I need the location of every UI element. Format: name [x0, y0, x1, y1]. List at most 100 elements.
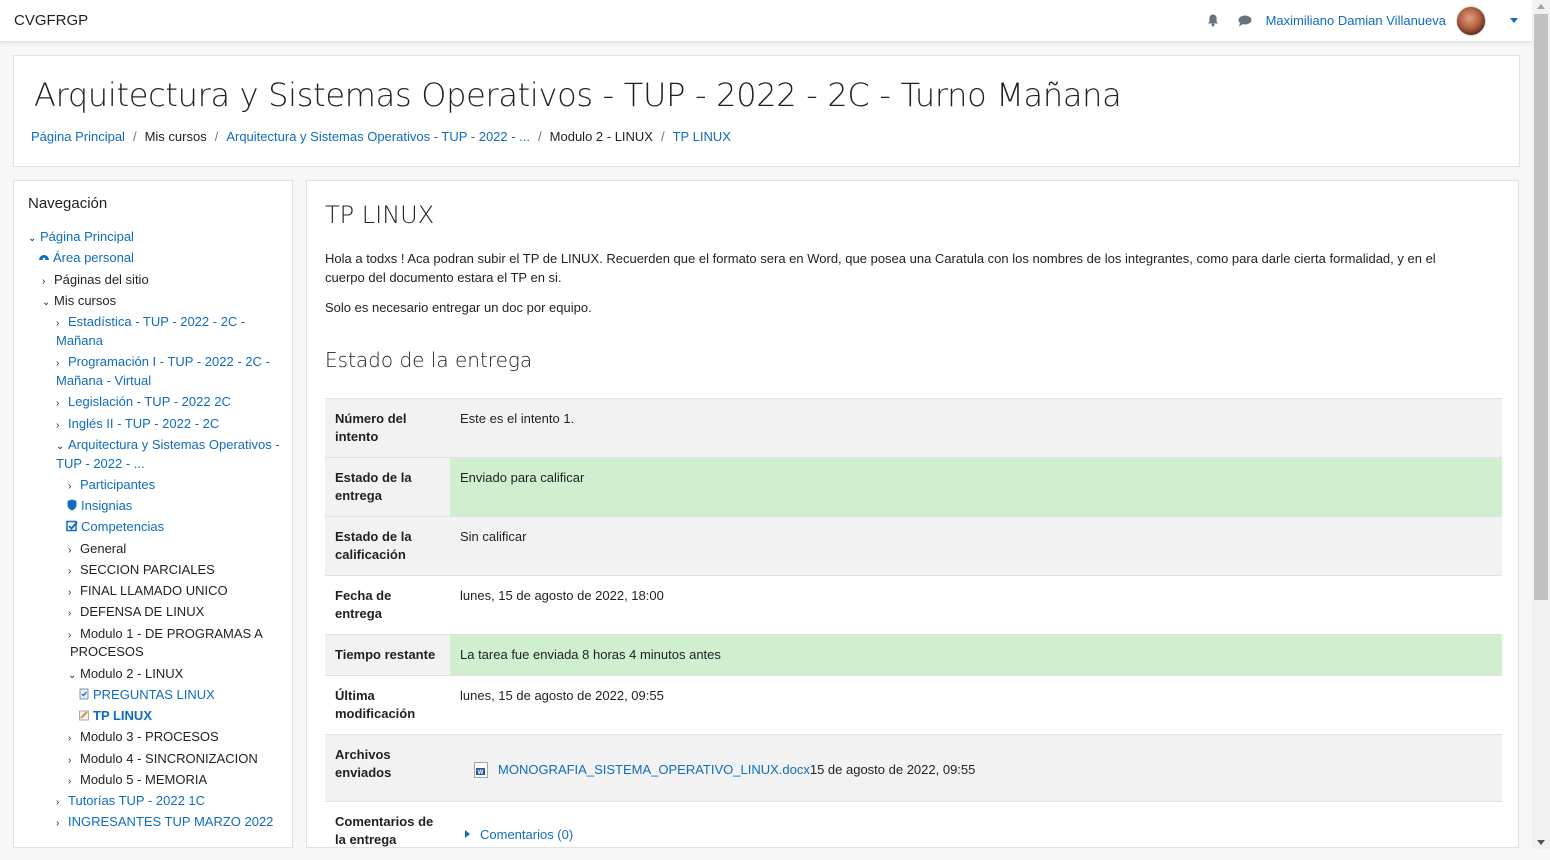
chevron-right-icon: › — [56, 394, 68, 413]
grading-status-value: Sin calificar — [450, 517, 1502, 576]
assignment-icon — [78, 709, 90, 721]
breadcrumb-home[interactable]: Página Principal — [31, 129, 125, 144]
submission-status-heading: Estado de la entrega — [325, 348, 532, 372]
page-scrollbar[interactable] — [1532, 0, 1550, 849]
chevron-right-icon: › — [68, 604, 80, 623]
nav-item-ingresantes[interactable]: ›INGRESANTES TUP MARZO 2022 — [56, 812, 273, 833]
chevron-right-icon: › — [56, 793, 68, 812]
chat-icon[interactable] — [1238, 14, 1252, 28]
nav-item-course-programacion[interactable]: ›Programación I - TUP - 2022 - 2C - — [56, 352, 270, 373]
nav-item-defensa[interactable]: ›DEFENSA DE LINUX — [68, 602, 204, 623]
breadcrumb-separator: / — [133, 129, 137, 144]
bell-icon[interactable] — [1206, 14, 1220, 28]
scroll-down-arrow-icon[interactable] — [1537, 840, 1545, 845]
submitted-files-label: Archivos enviados — [325, 735, 450, 802]
word-document-icon: W — [474, 762, 488, 778]
nav-item-course-ingles[interactable]: ›Inglés II - TUP - 2022 - 2C — [56, 414, 219, 435]
submission-status-value: Enviado para calificar — [450, 458, 1502, 517]
nav-item-dashboard[interactable]: Área personal — [38, 248, 134, 267]
submitted-file: W MONOGRAFIA_SISTEMA_OPERATIVO_LINUX.doc… — [460, 759, 977, 781]
page-header: Arquitectura y Sistemas Operativos - TUP… — [13, 55, 1520, 167]
chevron-right-icon: › — [68, 583, 80, 602]
nav-item-final[interactable]: ›FINAL LLAMADO UNICO — [68, 581, 228, 602]
nav-item-course-arquitectura[interactable]: ⌄Arquitectura y Sistemas Operativos - — [56, 435, 280, 456]
chevron-right-icon: › — [68, 562, 80, 581]
table-row: Tiempo restante La tarea fue enviada 8 h… — [325, 635, 1502, 676]
nav-item-competencies[interactable]: Competencias — [66, 517, 164, 536]
submitted-file-link[interactable]: MONOGRAFIA_SISTEMA_OPERATIVO_LINUX.docx — [498, 761, 810, 779]
comments-link[interactable]: Comentarios (0) — [480, 827, 573, 842]
table-row: Fecha de entrega lunes, 15 de agosto de … — [325, 576, 1502, 635]
nav-item-tutorias[interactable]: ›Tutorías TUP - 2022 1C — [56, 791, 205, 812]
nav-item-my-courses[interactable]: ⌄Mis cursos — [42, 291, 116, 312]
table-row: Comentarios de la entrega Comentarios (0… — [325, 802, 1502, 860]
submission-status-table: Número del intento Este es el intento 1.… — [325, 398, 1502, 860]
page-title: Arquitectura y Sistemas Operativos - TUP… — [34, 76, 1121, 114]
chevron-right-icon: › — [42, 272, 54, 291]
scrollbar-thumb[interactable] — [1534, 14, 1548, 600]
nav-item-site-pages[interactable]: ›Páginas del sitio — [42, 270, 149, 291]
caret-right-icon[interactable] — [465, 830, 470, 838]
activity-description-note: Solo es necesario entregar un doc por eq… — [325, 300, 592, 315]
attempt-value: Este es el intento 1. — [450, 399, 1502, 458]
nav-item-preguntas-linux[interactable]: PREGUNTAS LINUX — [78, 685, 215, 704]
nav-item-modulo-5[interactable]: ›Modulo 5 - MEMORIA — [68, 770, 207, 791]
chevron-right-icon: › — [68, 751, 80, 770]
submission-status-label: Estado de la entrega — [325, 458, 450, 517]
nav-item-badges[interactable]: Insignias — [66, 496, 132, 515]
dashboard-icon — [38, 251, 50, 263]
nav-item-course-estadistica-line2[interactable]: Mañana — [56, 331, 103, 350]
checkbox-icon — [66, 520, 78, 532]
nav-item-home[interactable]: ⌄Página Principal — [28, 227, 134, 248]
breadcrumb-course[interactable]: Arquitectura y Sistemas Operativos - TUP… — [226, 129, 530, 144]
breadcrumb-activity[interactable]: TP LINUX — [673, 129, 731, 144]
svg-text:W: W — [478, 770, 484, 776]
main-content: TP LINUX Hola a todxs ! Aca podran subir… — [306, 180, 1519, 848]
quiz-icon — [78, 688, 90, 700]
time-remaining-value: La tarea fue enviada 8 horas 4 minutos a… — [450, 635, 1502, 676]
avatar[interactable] — [1456, 6, 1486, 36]
chevron-down-icon: ⌄ — [28, 229, 40, 248]
user-name-link[interactable]: Maximiliano Damian Villanueva — [1266, 13, 1446, 28]
site-brand[interactable]: CVGFRGP — [14, 12, 88, 29]
shield-icon — [66, 499, 78, 511]
nav-item-seccion-parciales[interactable]: ›SECCION PARCIALES — [68, 560, 215, 581]
nav-item-general[interactable]: ›General — [68, 539, 126, 560]
chevron-right-icon: › — [68, 541, 80, 560]
top-navbar: CVGFRGP Maximiliano Damian Villanueva — [0, 0, 1532, 42]
navigation-title: Navegación — [28, 195, 107, 212]
scroll-up-arrow-icon[interactable] — [1537, 4, 1545, 9]
time-remaining-label: Tiempo restante — [325, 635, 450, 676]
nav-item-modulo-1-line2[interactable]: PROCESOS — [70, 642, 144, 661]
nav-item-participants[interactable]: ›Participantes — [68, 475, 155, 496]
activity-title: TP LINUX — [325, 201, 434, 229]
nav-item-modulo-4[interactable]: ›Modulo 4 - SINCRONIZACION — [68, 749, 258, 770]
chevron-right-icon: › — [68, 772, 80, 791]
nav-item-modulo-3[interactable]: ›Modulo 3 - PROCESOS — [68, 727, 219, 748]
nav-item-modulo-2[interactable]: ⌄Modulo 2 - LINUX — [68, 664, 183, 685]
chevron-down-icon: ⌄ — [42, 293, 54, 312]
submission-comments-label: Comentarios de la entrega — [325, 802, 450, 860]
submitted-file-date: 15 de agosto de 2022, 09:55 — [810, 761, 976, 779]
chevron-down-icon[interactable] — [1510, 18, 1518, 23]
table-row: Última modificación lunes, 15 de agosto … — [325, 676, 1502, 735]
nav-item-course-arquitectura-line2[interactable]: TUP - 2022 - ... — [56, 454, 145, 473]
due-date-label: Fecha de entrega — [325, 576, 450, 635]
table-row: Archivos enviados W MONOGRAFIA_SISTEMA_O… — [325, 735, 1502, 802]
nav-item-tp-linux[interactable]: TP LINUX — [78, 706, 152, 725]
nav-item-course-legislacion[interactable]: ›Legislación - TUP - 2022 2C — [56, 392, 231, 413]
table-row: Número del intento Este es el intento 1. — [325, 399, 1502, 458]
attempt-label: Número del intento — [325, 399, 450, 458]
table-row: Estado de la entrega Enviado para califi… — [325, 458, 1502, 517]
user-menu-area: Maximiliano Damian Villanueva — [1206, 6, 1518, 36]
breadcrumb-my-courses: Mis cursos — [145, 129, 207, 144]
chevron-right-icon: › — [68, 477, 80, 496]
nav-item-course-programacion-line2[interactable]: Mañana - Virtual — [56, 371, 151, 390]
nav-item-course-estadistica[interactable]: ›Estadística - TUP - 2022 - 2C - — [56, 312, 245, 333]
table-row: Estado de la calificación Sin calificar — [325, 517, 1502, 576]
last-modified-value: lunes, 15 de agosto de 2022, 09:55 — [450, 676, 1502, 735]
breadcrumb-separator: / — [215, 129, 219, 144]
due-date-value: lunes, 15 de agosto de 2022, 18:00 — [450, 576, 1502, 635]
chevron-right-icon: › — [56, 416, 68, 435]
breadcrumb: Página Principal / Mis cursos / Arquitec… — [31, 129, 731, 144]
